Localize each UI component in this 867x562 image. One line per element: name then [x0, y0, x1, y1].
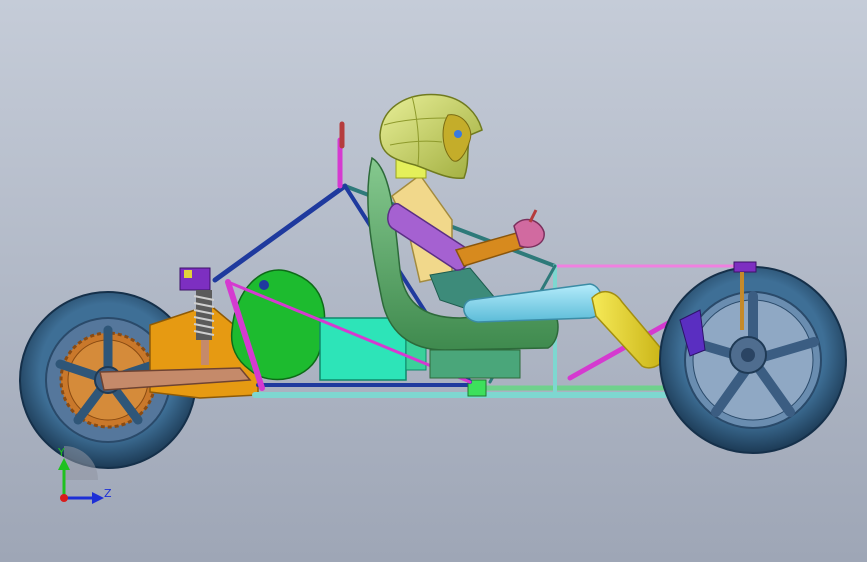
cad-viewport[interactable]: Y Z — [0, 0, 867, 562]
seat-base — [429, 349, 521, 379]
rider-hand — [513, 218, 545, 248]
front-upright-bracket — [733, 261, 757, 273]
shock-bolt — [184, 270, 192, 278]
front-hub — [741, 348, 755, 362]
engine-cover-bolt — [259, 280, 269, 290]
y-axis-label: Y — [57, 446, 65, 459]
x-axis-origin — [60, 494, 68, 502]
helmet-eye — [454, 130, 462, 138]
trike-model-scene[interactable]: Y Z — [0, 0, 867, 562]
z-axis-label: Z — [104, 487, 112, 500]
